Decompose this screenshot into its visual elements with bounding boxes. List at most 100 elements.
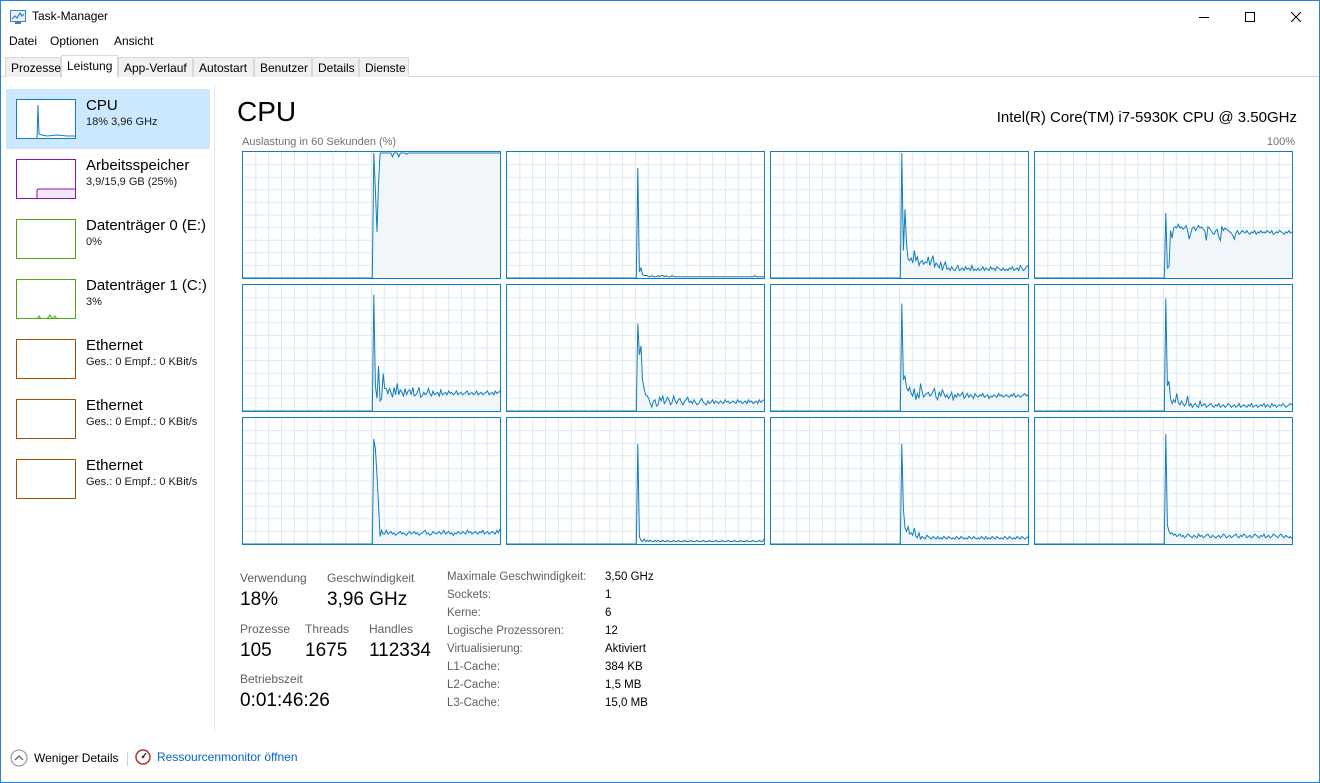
sidebar-item-ethernet-2[interactable]: Ethernet Ges.: 0 Empf.: 0 KBit/s (6, 389, 210, 449)
info-value: 1 (605, 589, 612, 601)
handles-label: Handles (369, 622, 414, 636)
info-value: 1,5 MB (605, 679, 642, 691)
processes-value: 105 (240, 640, 272, 661)
tab-app-verlauf[interactable]: App-Verlauf (118, 57, 193, 77)
info-value: 3,50 GHz (605, 571, 654, 583)
cpu-thumbnail-graph (16, 99, 76, 139)
info-value: 15,0 MB (605, 697, 648, 709)
resource-sidebar: CPU 18% 3,96 GHz Arbeitsspeicher 3,9/15,… (1, 85, 213, 733)
logical-processor-graph (1034, 151, 1293, 279)
chevron-up-circle-icon (10, 749, 28, 767)
processor-usage-plot (1035, 418, 1292, 544)
sidebar-divider (214, 85, 215, 731)
logical-processor-graph (506, 151, 765, 279)
graph-axis-max: 100% (1266, 136, 1295, 148)
processes-label: Prozesse (240, 622, 291, 636)
cpu-model-name: Intel(R) Core(TM) i7-5930K CPU @ 3.50GHz (996, 109, 1297, 126)
info-value: 384 KB (605, 661, 643, 673)
disk1-thumbnail-graph (16, 279, 76, 319)
threads-value: 1675 (305, 640, 348, 661)
tab-leistung[interactable]: Leistung (61, 55, 118, 78)
tab-benutzer[interactable]: Benutzer (254, 57, 312, 77)
minimize-button[interactable] (1181, 1, 1227, 32)
ethernet-thumbnail-graph (16, 459, 76, 499)
info-label: Maximale Geschwindigkeit: (447, 571, 587, 583)
ethernet-thumbnail-graph (16, 399, 76, 439)
tab-autostart[interactable]: Autostart (193, 57, 254, 77)
resource-monitor-icon (135, 749, 151, 765)
sidebar-item-subtext: Ges.: 0 Empf.: 0 KBit/s (86, 476, 198, 488)
memory-thumbnail-line (36, 188, 75, 198)
resource-monitor-link[interactable]: Ressourcenmonitor öffnen (135, 749, 298, 765)
less-details-label: Weniger Details (34, 751, 119, 765)
sidebar-item-label: Ethernet (86, 457, 143, 474)
info-label: Virtualisierung: (447, 643, 523, 655)
logical-processor-graph (242, 151, 501, 279)
info-label: Kerne: (447, 607, 481, 619)
processor-usage-plot (243, 285, 500, 411)
processor-usage-plot (507, 418, 764, 544)
disk0-thumbnail-graph (16, 219, 76, 259)
info-label: Sockets: (447, 589, 492, 601)
menu-optionen[interactable]: Optionen (50, 34, 99, 48)
sidebar-item-subtext: Ges.: 0 Empf.: 0 KBit/s (86, 356, 198, 368)
logical-processor-graph (506, 284, 765, 412)
processor-usage-plot (507, 152, 764, 278)
processor-usage-plot (243, 418, 500, 544)
sidebar-item-ethernet-3[interactable]: Ethernet Ges.: 0 Empf.: 0 KBit/s (6, 449, 210, 509)
logical-processor-graphs (242, 151, 1295, 546)
threads-label: Threads (305, 622, 350, 636)
sidebar-item-label: Ethernet (86, 397, 143, 414)
sidebar-item-label: Datenträger 0 (E:) (86, 217, 207, 234)
processor-usage-plot (507, 285, 764, 411)
sidebar-item-subtext: 3% (86, 296, 102, 308)
maximize-icon (1245, 11, 1255, 22)
logical-processor-graph (506, 417, 765, 545)
processor-usage-plot (243, 152, 500, 278)
info-label: L3-Cache: (447, 697, 501, 709)
logical-processor-graph (770, 151, 1029, 279)
sidebar-item-memory[interactable]: Arbeitsspeicher 3,9/15,9 GB (25%) (6, 149, 210, 209)
logical-processor-graph (770, 417, 1029, 545)
info-label: L2-Cache: (447, 679, 501, 691)
ethernet-thumbnail-graph (16, 339, 76, 379)
sidebar-item-label: Arbeitsspeicher (86, 157, 190, 174)
sidebar-item-subtext: 0% (86, 236, 102, 248)
cpu-thumbnail-line (36, 104, 75, 138)
minimize-icon (1199, 16, 1209, 18)
title-bar[interactable]: Task-Manager (1, 1, 1319, 32)
close-button[interactable] (1273, 1, 1319, 32)
usage-area (372, 153, 500, 278)
tab-details[interactable]: Details (312, 57, 359, 77)
tab-dienste[interactable]: Dienste (359, 57, 409, 77)
maximize-button[interactable] (1227, 1, 1273, 32)
processor-usage-plot (771, 418, 1028, 544)
sidebar-item-label: Ethernet (86, 337, 143, 354)
handles-value: 112334 (369, 640, 431, 661)
tab-strip: Prozesse Leistung App-Verlauf Autostart … (1, 55, 1319, 78)
task-manager-window: Task-Manager Datei Optionen Ansicht Proz… (0, 0, 1320, 783)
sidebar-item-disk-0[interactable]: Datenträger 0 (E:) 0% (6, 209, 210, 269)
less-details-button[interactable]: Weniger Details (10, 749, 118, 767)
speed-value: 3,96 GHz (327, 589, 408, 610)
menu-ansicht[interactable]: Ansicht (114, 34, 153, 48)
sidebar-item-disk-1[interactable]: Datenträger 1 (C:) 3% (6, 269, 210, 329)
tab-prozesse[interactable]: Prozesse (5, 57, 61, 77)
sidebar-item-subtext: 18% 3,96 GHz (86, 116, 158, 128)
sidebar-item-subtext: 3,9/15,9 GB (25%) (86, 176, 178, 188)
sidebar-item-cpu[interactable]: CPU 18% 3,96 GHz (6, 89, 210, 149)
logical-processor-graph (770, 284, 1029, 412)
processor-usage-plot (771, 285, 1028, 411)
memory-thumbnail-graph (16, 159, 76, 199)
logical-processor-graph (1034, 284, 1293, 412)
sidebar-item-label: Datenträger 1 (C:) (86, 277, 207, 294)
menu-bar: Datei Optionen Ansicht (1, 32, 1319, 52)
menu-datei[interactable]: Datei (9, 34, 37, 48)
sidebar-item-ethernet-1[interactable]: Ethernet Ges.: 0 Empf.: 0 KBit/s (6, 329, 210, 389)
info-value: Aktiviert (605, 643, 646, 655)
graph-axis-label: Auslastung in 60 Sekunden (%) (242, 136, 397, 148)
info-label: L1-Cache: (447, 661, 501, 673)
cpu-stats: Verwendung 18% Geschwindigkeit 3,96 GHz … (240, 571, 1290, 721)
sidebar-item-label: CPU (86, 97, 118, 114)
close-icon (1291, 11, 1301, 22)
